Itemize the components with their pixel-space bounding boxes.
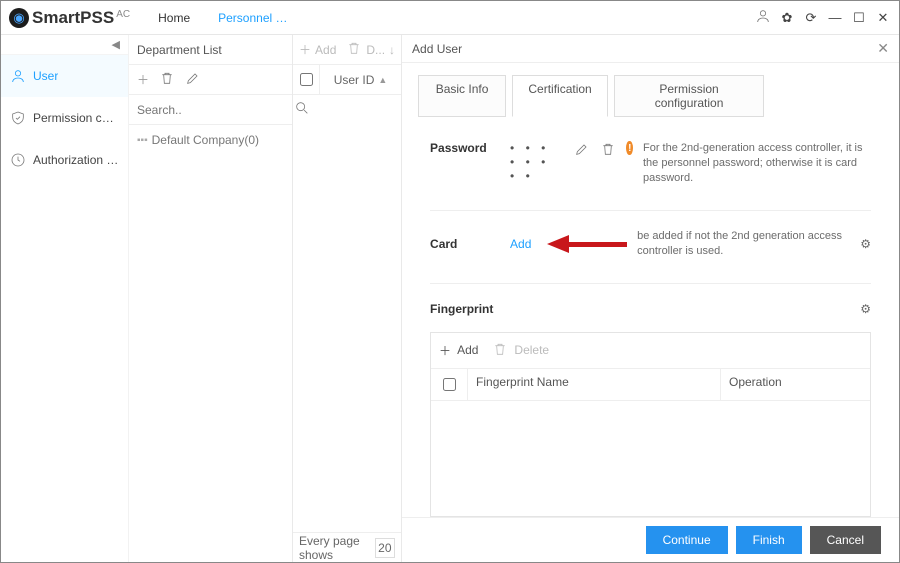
password-delete-icon[interactable]	[600, 141, 616, 160]
department-header: Department List	[129, 35, 292, 65]
dept-delete-icon[interactable]	[159, 70, 175, 89]
card-settings-icon[interactable]: ⚙	[860, 237, 871, 251]
warning-icon: !	[626, 141, 633, 155]
nav-item-authorization-prog[interactable]: Authorization Prog...	[1, 139, 128, 181]
left-nav: ◀ User Permission config... Authorizatio…	[1, 35, 129, 562]
dept-edit-icon[interactable]	[185, 70, 201, 89]
card-note: be added if not the 2nd generation acces…	[637, 229, 850, 259]
page-size-box[interactable]: 20	[375, 538, 395, 558]
nav-item-user[interactable]: User	[1, 55, 128, 97]
user-list-header-row: User ID▲	[293, 65, 401, 95]
sort-icon: ▲	[378, 75, 387, 85]
fingerprint-table-body	[431, 401, 870, 516]
panel-footer: Continue Finish Cancel	[402, 517, 899, 562]
finish-button[interactable]: Finish	[736, 526, 802, 554]
user-add-button[interactable]: ＋Add	[299, 41, 336, 58]
collapse-sidebar-icon[interactable]: ◀	[1, 35, 128, 55]
plus-icon: ＋	[439, 342, 451, 359]
user-list-panel: ＋Add D... ↓ User ID▲ Every page shows 20	[293, 35, 402, 562]
department-toolbar: ＋	[129, 65, 292, 95]
select-all-checkbox[interactable]	[300, 73, 313, 86]
user-delete-icon[interactable]	[346, 40, 362, 59]
fingerprint-delete-button[interactable]: Delete	[492, 341, 549, 360]
password-label: Password	[430, 141, 500, 155]
department-tree: ▪▪▪ Default Company(0)	[129, 125, 292, 155]
fingerprint-label: Fingerprint	[430, 302, 493, 316]
department-panel: Department List ＋ ▪▪▪ Default Co	[129, 35, 293, 562]
main-panel: Add User ✕ Basic Info Certification Perm…	[402, 35, 899, 562]
fingerprint-table: ＋Add Delete Fingerprint Name Operation	[430, 332, 871, 517]
user-list-footer: Every page shows 20	[293, 532, 401, 562]
col-header-fingerprint-name: Fingerprint Name	[467, 369, 720, 400]
tree-root[interactable]: ▪▪▪ Default Company(0)	[137, 133, 284, 147]
fingerprint-settings-icon[interactable]: ⚙	[860, 302, 871, 316]
cancel-button[interactable]: Cancel	[810, 526, 881, 554]
titlebar: ◉ SmartPSSAC Home Personnel … ✿ ⟳ — ☐ ✕	[1, 1, 899, 35]
user-import-icon[interactable]: ↓	[389, 43, 395, 57]
user-list-body	[293, 95, 401, 532]
tree-icon: ▪▪▪	[137, 135, 148, 146]
annotation-arrow	[547, 237, 627, 251]
department-search[interactable]	[129, 95, 292, 125]
search-input[interactable]	[135, 102, 294, 118]
app-logo-icon: ◉	[9, 8, 29, 28]
tab-certification[interactable]: Certification	[512, 75, 608, 117]
tab-basic-info[interactable]: Basic Info	[418, 75, 506, 117]
refresh-icon[interactable]: ⟳	[803, 10, 819, 26]
nav-tab-home[interactable]: Home	[158, 5, 190, 31]
nav-tab-personnel[interactable]: Personnel …	[218, 5, 287, 31]
col-header-userid[interactable]: User ID▲	[319, 65, 401, 94]
fingerprint-add-button[interactable]: ＋Add	[439, 342, 478, 359]
window-close-icon[interactable]: ✕	[875, 10, 891, 26]
continue-button[interactable]: Continue	[646, 526, 728, 554]
user-icon[interactable]	[755, 8, 771, 27]
password-edit-icon[interactable]	[574, 141, 590, 160]
card-add-link[interactable]: Add	[510, 237, 531, 251]
card-label: Card	[430, 237, 500, 251]
shield-icon	[9, 109, 27, 127]
tab-permission-configuration[interactable]: Permission configuration	[614, 75, 764, 117]
trash-icon	[492, 341, 508, 360]
user-list-toolbar: ＋Add D... ↓	[293, 35, 401, 65]
window-maximize-icon[interactable]: ☐	[851, 10, 867, 26]
window-minimize-icon[interactable]: —	[827, 10, 843, 25]
dept-add-icon[interactable]: ＋	[137, 71, 149, 88]
brand-label: SmartPSSAC	[32, 8, 130, 28]
tabs: Basic Info Certification Permission conf…	[402, 63, 899, 123]
password-value: • • • • • • • •	[510, 141, 564, 183]
settings-icon[interactable]: ✿	[779, 10, 795, 26]
plus-icon: ＋	[299, 41, 311, 58]
nav-item-permission-config[interactable]: Permission config...	[1, 97, 128, 139]
col-header-operation: Operation	[720, 369, 870, 400]
fingerprint-select-all-checkbox[interactable]	[443, 378, 456, 391]
user-delete-label[interactable]: D...	[366, 43, 385, 57]
clock-icon	[9, 151, 27, 169]
panel-title: Add User	[412, 42, 462, 56]
password-note: For the 2nd-generation access controller…	[643, 141, 871, 186]
close-panel-icon[interactable]: ✕	[877, 40, 889, 57]
user-nav-icon	[9, 67, 27, 85]
